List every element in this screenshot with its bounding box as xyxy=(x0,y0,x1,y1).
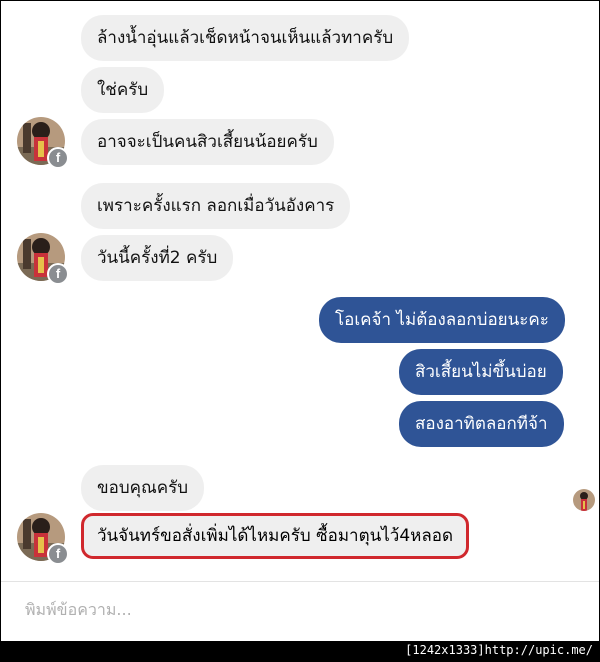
message-bubble-incoming: ใช่ครับ xyxy=(81,67,165,113)
message-text: สองอาทิตลอกทีจ้า xyxy=(415,414,548,434)
message-text: ล้างน้ำอุ่นแล้วเช็ดหน้าจนเห็นแล้วทาครับ xyxy=(97,28,394,48)
watermark-text: [1242x1333]http://upic.me/ xyxy=(405,643,593,657)
message-text: อาจจะเป็นคนสิวเสี้ยนน้อยครับ xyxy=(97,132,318,152)
chat-thread[interactable]: ล้างน้ำอุ่นแล้วเช็ดหน้าจนเห็นแล้วทาครับ … xyxy=(1,1,599,579)
contact-avatar[interactable]: f xyxy=(17,233,69,285)
message-text: ขอบคุณครับ xyxy=(97,478,189,498)
message-bubble-incoming: เพราะครั้งแรก ลอกเมื่อวันอังคาร xyxy=(81,183,351,229)
message-bubble-outgoing: โอเคจ้า ไม่ต้องลอกบ่อยนะคะ xyxy=(319,297,565,343)
message-text: สิวเสี้ยนไม่ขึ้นบ่อย xyxy=(415,362,547,382)
message-bubble-incoming: วันนี้ครั้งที่2 ครับ xyxy=(81,235,234,281)
message-bubble-outgoing: สิวเสี้ยนไม่ขึ้นบ่อย xyxy=(399,349,563,395)
facebook-badge-icon: f xyxy=(47,147,69,169)
message-composer[interactable]: พิมพ์ข้อความ... xyxy=(1,581,599,636)
message-bubble-incoming: ล้างน้ำอุ่นแล้วเช็ดหน้าจนเห็นแล้วทาครับ xyxy=(81,15,410,61)
contact-avatar[interactable]: f xyxy=(17,117,69,169)
screenshot-frame: ล้างน้ำอุ่นแล้วเช็ดหน้าจนเห็นแล้วทาครับ … xyxy=(0,0,600,662)
message-bubble-incoming: ขอบคุณครับ xyxy=(81,465,205,511)
composer-placeholder[interactable]: พิมพ์ข้อความ... xyxy=(25,598,132,623)
message-text: วันจันทร์ขอสั่งเพิ่มได้ไหมครับ ซื้อมาตุน… xyxy=(97,526,454,546)
message-bubble-highlighted: วันจันทร์ขอสั่งเพิ่มได้ไหมครับ ซื้อมาตุน… xyxy=(81,513,470,559)
message-text: ใช่ครับ xyxy=(97,80,149,100)
watermark-bar: [1242x1333]http://upic.me/ xyxy=(1,641,599,661)
message-bubble-incoming: อาจจะเป็นคนสิวเสี้ยนน้อยครับ xyxy=(81,119,334,165)
message-bubble-outgoing: สองอาทิตลอกทีจ้า xyxy=(399,401,564,447)
facebook-badge-icon: f xyxy=(47,543,69,565)
facebook-badge-icon: f xyxy=(47,263,69,285)
message-text: เพราะครั้งแรก ลอกเมื่อวันอังคาร xyxy=(97,196,335,216)
contact-avatar[interactable]: f xyxy=(17,513,69,565)
message-text: วันนี้ครั้งที่2 ครับ xyxy=(97,248,218,268)
seen-receipt-avatar-icon xyxy=(573,489,595,511)
message-text: โอเคจ้า ไม่ต้องลอกบ่อยนะคะ xyxy=(335,310,549,330)
